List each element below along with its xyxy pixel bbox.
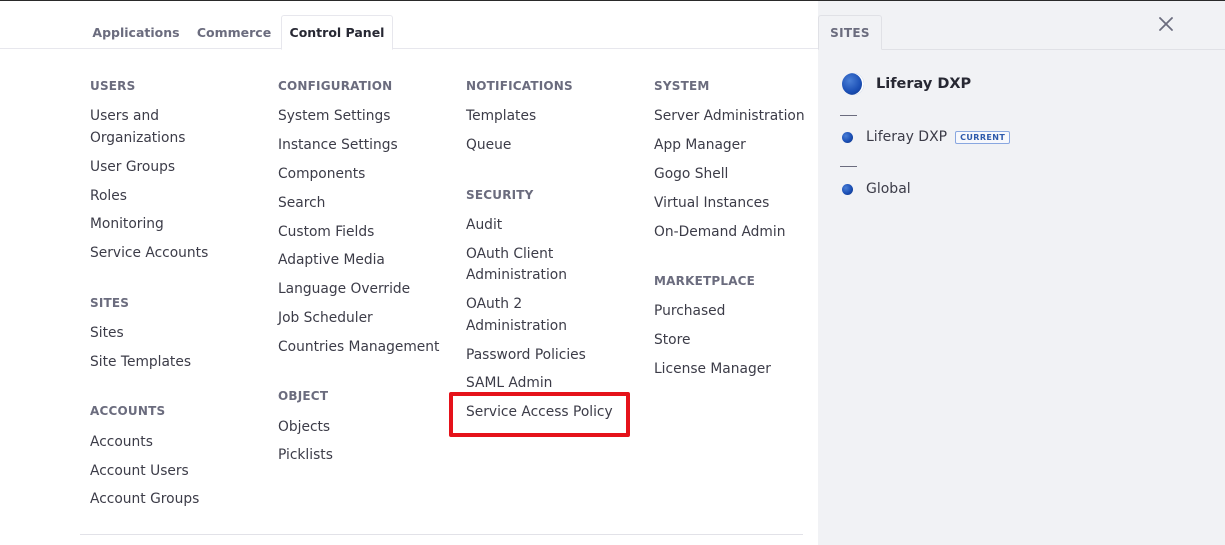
- menu-item-accounts[interactable]: Accounts: [90, 432, 153, 454]
- menu-item-adaptive-media[interactable]: Adaptive Media: [278, 250, 385, 272]
- section-heading-security: SECURITY: [466, 188, 534, 202]
- menu-item-monitoring[interactable]: Monitoring: [90, 214, 164, 236]
- menu-item-app-manager[interactable]: App Manager: [654, 135, 746, 157]
- menu-item-store[interactable]: Store: [654, 330, 690, 352]
- sites-panel: SITES Liferay DXP Liferay DXP CURRENT Gl…: [818, 1, 1225, 545]
- menu-item-sites[interactable]: Sites: [90, 323, 124, 345]
- product-menu-panel: Applications Commerce Control Panel USER…: [0, 1, 818, 545]
- section-heading-object: OBJECT: [278, 389, 329, 403]
- section-heading-notifications: NOTIFICATIONS: [466, 79, 573, 93]
- menu-item-account-users[interactable]: Account Users: [90, 461, 189, 483]
- menu-item-saml-admin[interactable]: SAML Admin: [466, 373, 552, 395]
- menu-item-instance-settings[interactable]: Instance Settings: [278, 135, 398, 157]
- separator-dash: [840, 115, 857, 116]
- menu-item-purchased[interactable]: Purchased: [654, 301, 725, 323]
- current-badge: CURRENT: [955, 130, 1011, 144]
- menu-item-site-templates[interactable]: Site Templates: [90, 352, 191, 374]
- section-heading-configuration: CONFIGURATION: [278, 79, 393, 93]
- section-heading-sites: SITES: [90, 296, 130, 310]
- site-item-liferay-dxp[interactable]: Liferay DXP CURRENT: [842, 129, 1011, 145]
- site-item-global[interactable]: Global: [842, 181, 911, 197]
- menu-item-audit[interactable]: Audit: [466, 215, 502, 237]
- site-item-label: Global: [866, 181, 911, 197]
- menu-item-virtual-instances[interactable]: Virtual Instances: [654, 193, 769, 215]
- tab-sites[interactable]: SITES: [818, 15, 882, 50]
- menu-item-oauth2-administration[interactable]: OAuth 2: [466, 294, 522, 316]
- menu-item-users-and-organizations[interactable]: Users and: [90, 106, 159, 128]
- menu-item-job-scheduler[interactable]: Job Scheduler: [278, 308, 373, 330]
- menu-item-custom-fields[interactable]: Custom Fields: [278, 222, 374, 244]
- menu-item-on-demand-admin[interactable]: On-Demand Admin: [654, 222, 785, 244]
- liferay-logo-icon: [842, 131, 853, 143]
- menu-item-picklists[interactable]: Picklists: [278, 445, 333, 467]
- sites-tab-divider: [882, 49, 1225, 50]
- menu-item-service-access-policy[interactable]: Service Access Policy: [466, 402, 613, 424]
- menu-item-system-settings[interactable]: System Settings: [278, 106, 390, 128]
- menu-item-language-override[interactable]: Language Override: [278, 279, 410, 301]
- section-heading-accounts: ACCOUNTS: [90, 404, 166, 418]
- bottom-divider: [80, 534, 803, 535]
- section-heading-system: SYSTEM: [654, 79, 710, 93]
- menu-item-oauth-client-administration[interactable]: OAuth Client: [466, 244, 553, 266]
- menu-item-objects[interactable]: Objects: [278, 417, 330, 439]
- menu-item-gogo-shell[interactable]: Gogo Shell: [654, 164, 728, 186]
- menu-item-license-manager[interactable]: License Manager: [654, 359, 771, 381]
- current-site-name: Liferay DXP: [876, 76, 972, 92]
- menu-item-server-administration[interactable]: Server Administration: [654, 106, 805, 128]
- tab-applications[interactable]: Applications: [86, 15, 186, 49]
- menu-item-password-policies[interactable]: Password Policies: [466, 345, 586, 367]
- product-menu-tabs: Applications Commerce Control Panel: [0, 1, 818, 50]
- menu-item-oauth2-administration-line2[interactable]: Administration: [466, 316, 567, 338]
- section-heading-marketplace: MARKETPLACE: [654, 274, 756, 288]
- separator-dash: [840, 166, 857, 167]
- current-site-header[interactable]: Liferay DXP: [842, 73, 971, 95]
- site-item-label: Liferay DXP: [866, 129, 948, 145]
- liferay-logo-icon: [842, 183, 853, 195]
- tab-commerce[interactable]: Commerce: [190, 15, 278, 49]
- menu-item-user-groups[interactable]: User Groups: [90, 157, 175, 179]
- close-icon[interactable]: [1156, 14, 1176, 34]
- liferay-logo-icon: [842, 73, 864, 95]
- menu-item-account-groups[interactable]: Account Groups: [90, 489, 199, 511]
- menu-item-roles[interactable]: Roles: [90, 186, 127, 208]
- menu-item-templates[interactable]: Templates: [466, 106, 536, 128]
- tab-control-panel[interactable]: Control Panel: [281, 15, 393, 50]
- menu-item-service-accounts[interactable]: Service Accounts: [90, 243, 208, 265]
- section-heading-users: USERS: [90, 79, 136, 93]
- menu-item-components[interactable]: Components: [278, 164, 365, 186]
- menu-item-queue[interactable]: Queue: [466, 135, 511, 157]
- menu-item-search[interactable]: Search: [278, 193, 325, 215]
- menu-item-countries-management[interactable]: Countries Management: [278, 337, 439, 359]
- menu-item-users-and-organizations-line2[interactable]: Organizations: [90, 128, 185, 150]
- menu-item-oauth-client-administration-line2[interactable]: Administration: [466, 265, 567, 287]
